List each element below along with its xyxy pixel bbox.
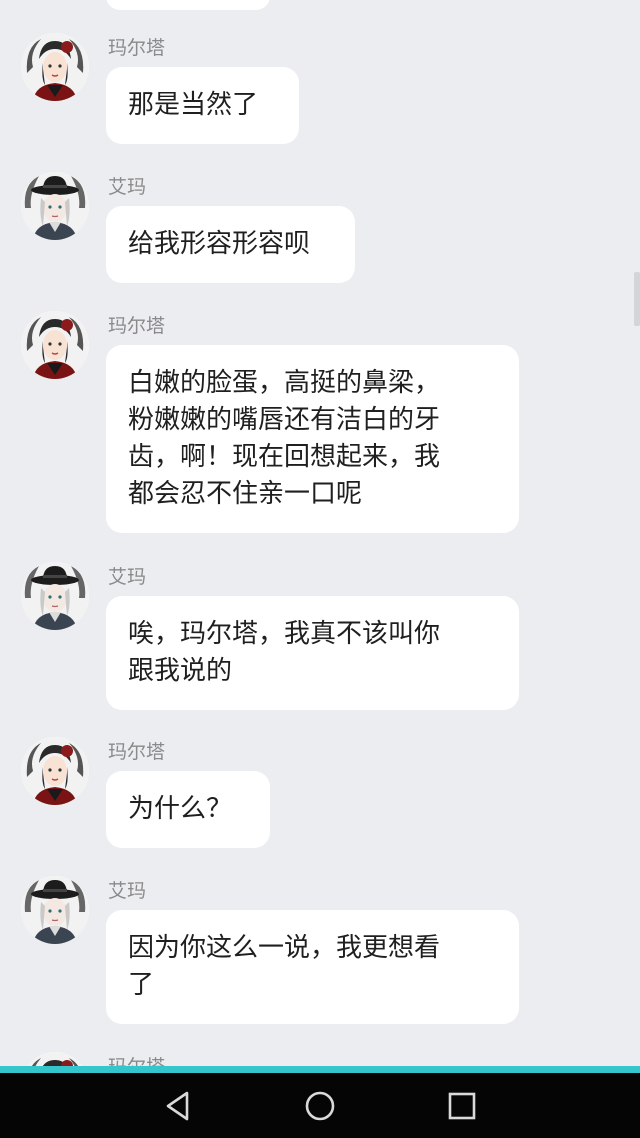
marta-avatar[interactable] (21, 311, 89, 379)
message-line: 了 (128, 970, 155, 1000)
sender-name: 艾玛 (108, 566, 147, 588)
message-line: 为什么？ (128, 794, 233, 824)
message-line: 那是当然了 (128, 90, 259, 120)
sender-name: 玛尔塔 (108, 741, 166, 763)
sender-name: 玛尔塔 (108, 1056, 165, 1066)
marta-avatar[interactable] (21, 737, 89, 805)
accent-divider (0, 1066, 640, 1073)
message-line: 因为你这么一说，我更想看 (128, 933, 441, 963)
chat-screen: 玛尔塔 那是当然了 艾玛 给我形容形容呗 玛尔塔 白嫩的脸蛋，高挺的鼻梁， 粉嫩… (0, 0, 640, 1138)
marta-avatar[interactable] (21, 33, 89, 101)
sender-name: 玛尔塔 (108, 315, 166, 337)
emma-avatar[interactable] (21, 562, 89, 630)
system-nav-bar (0, 1073, 640, 1138)
recents-icon[interactable] (442, 1087, 482, 1125)
message-line: 跟我说的 (128, 656, 233, 686)
emma-avatar[interactable] (21, 876, 89, 944)
message-line: 唉，玛尔塔，我真不该叫你 (128, 619, 441, 649)
sender-name: 艾玛 (108, 176, 147, 198)
scrollbar-thumb[interactable] (634, 272, 640, 326)
sender-name: 艾玛 (108, 880, 147, 902)
message-bubble[interactable]: 唉，玛尔塔，我真不该叫你 跟我说的 (106, 596, 519, 710)
home-icon[interactable] (300, 1087, 340, 1125)
sender-name: 玛尔塔 (108, 37, 166, 59)
message-line: 给我形容形容呗 (128, 229, 311, 259)
message-bubble[interactable]: 因为你这么一说，我更想看 了 (106, 910, 519, 1024)
message-line: 都会忍不住亲一口呢 (128, 479, 363, 509)
message-bubble[interactable]: 为什么？ (106, 771, 270, 848)
message-line: 齿，啊！现在回想起来，我 (128, 442, 441, 472)
back-icon[interactable] (158, 1087, 198, 1125)
message-line: 白嫩的脸蛋，高挺的鼻梁， (128, 368, 441, 398)
message-line: 粉嫩嫩的嘴唇还有洁白的牙 (128, 405, 441, 435)
marta-avatar[interactable] (21, 1052, 89, 1066)
emma-avatar[interactable] (21, 172, 89, 240)
message-bubble[interactable]: 那是当然了 (106, 67, 299, 144)
previous-message-bubble (106, 0, 270, 10)
chat-scroll-area[interactable]: 玛尔塔 那是当然了 艾玛 给我形容形容呗 玛尔塔 白嫩的脸蛋，高挺的鼻梁， 粉嫩… (0, 0, 640, 1066)
message-bubble[interactable]: 白嫩的脸蛋，高挺的鼻梁， 粉嫩嫩的嘴唇还有洁白的牙 齿，啊！现在回想起来，我 都… (106, 345, 519, 533)
message-bubble[interactable]: 给我形容形容呗 (106, 206, 355, 283)
